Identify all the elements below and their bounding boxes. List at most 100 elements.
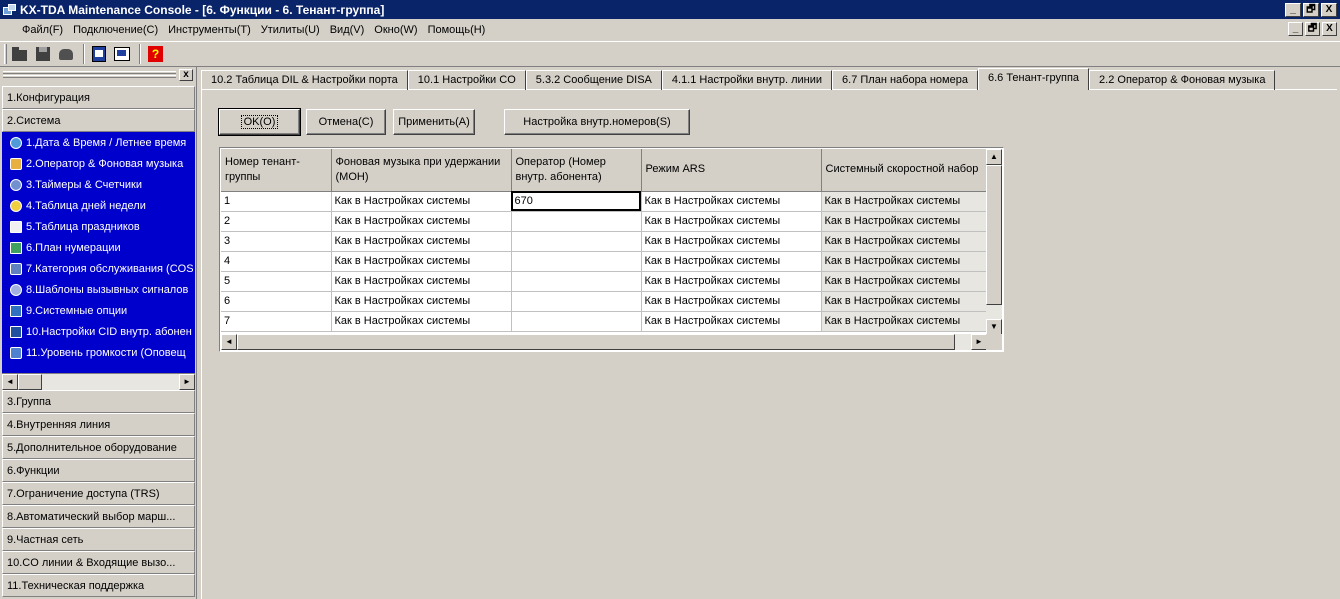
speed-dial-cell[interactable]: Как в Настройках системы [821,271,988,292]
category-ars[interactable]: 8.Автоматический выбор марш... [2,505,195,528]
speed-dial-cell[interactable]: Как в Настройках системы [821,251,988,272]
moh-cell[interactable]: Как в Настройках системы [331,311,512,332]
tenant-number-cell[interactable]: 4 [221,251,332,272]
table-row[interactable]: 7 Как в Настройках системы Как в Настройка… [221,311,988,332]
sidebar-item-weekday-table[interactable]: 4.Таблица дней недели [2,195,195,216]
tab-extension-settings[interactable]: 4.1.1 Настройки внутр. линии [661,70,833,90]
operator-cell[interactable] [511,291,642,312]
ars-mode-cell[interactable]: Как в Настройках системы [641,191,822,212]
panel-close-icon[interactable]: x [179,69,193,81]
horizontal-scroll-thumb[interactable] [237,334,955,350]
tenant-number-cell[interactable]: 5 [221,271,332,292]
title-bar[interactable]: KX-TDA Maintenance Console - [6. Функции… [0,0,1340,19]
ars-mode-cell[interactable]: Как в Настройках системы [641,211,822,232]
mdi-close-button[interactable]: X [1322,22,1337,36]
table-row[interactable]: 5 Как в Настройках системы Как в Настройка… [221,271,988,292]
scroll-right-icon[interactable]: ► [971,334,987,350]
column-header-moh[interactable]: Фоновая музыка при удержании (MOH) [331,149,512,192]
moh-cell[interactable]: Как в Настройках системы [331,251,512,272]
sidebar-item-holiday-table[interactable]: 5.Таблица праздников [2,216,195,237]
sidebar-item-timers[interactable]: 3.Таймеры & Счетчики [2,174,195,195]
mdi-minimize-button[interactable]: _ [1288,22,1303,36]
tab-dil-port[interactable]: 10.2 Таблица DIL & Настройки порта [201,70,408,90]
category-features[interactable]: 6.Функции [2,459,195,482]
speed-dial-cell[interactable]: Как в Настройках системы [821,231,988,252]
moh-cell[interactable]: Как в Настройках системы [331,191,512,212]
speed-dial-cell[interactable]: Как в Настройках системы [821,311,988,332]
maximize-button[interactable]: 🗗 [1303,2,1319,17]
speed-dial-cell[interactable]: Как в Настройках системы [821,291,988,312]
grid-horizontal-scrollbar[interactable]: ◄ ► [221,334,987,350]
vertical-scroll-thumb[interactable] [986,165,1002,305]
scroll-right-icon[interactable]: ► [179,374,195,390]
operator-cell[interactable] [511,311,642,332]
category-co-lines[interactable]: 10.CO линии & Входящие вызо... [2,551,195,574]
moh-cell[interactable]: Как в Настройках системы [331,271,512,292]
apply-button[interactable]: Применить(A) [393,109,475,135]
ok-button[interactable]: OK(O) [218,108,301,136]
category-system[interactable]: 2.Система [2,109,195,132]
menu-window[interactable]: Окно(W) [369,24,422,36]
tenant-number-cell[interactable]: 6 [221,291,332,312]
menu-utilities[interactable]: Утилиты(U) [256,24,325,36]
ars-mode-cell[interactable]: Как в Настройках системы [641,291,822,312]
column-header-ars-mode[interactable]: Режим ARS [641,149,822,192]
tenant-group-grid[interactable]: Номер тенант-группы Фоновая музыка при у… [219,147,1004,352]
ars-mode-cell[interactable]: Как в Настройках системы [641,271,822,292]
moh-cell[interactable]: Как в Настройках системы [331,291,512,312]
tenant-number-cell[interactable]: 7 [221,311,332,332]
sidebar-item-numbering-plan[interactable]: 6.План нумерации [2,237,195,258]
help-icon[interactable]: ? [145,44,165,64]
tab-operator-bgm[interactable]: 2.2 Оператор & Фоновая музыка [1089,70,1276,90]
moh-cell[interactable]: Как в Настройках системы [331,231,512,252]
table-row[interactable]: 3 Как в Настройках системы Как в Настройка… [221,231,988,252]
document-icon[interactable] [89,44,109,64]
extension-settings-button[interactable]: Настройка внутр.номеров(S) [504,109,690,135]
column-header-speed-dial[interactable]: Системный скоростной набор [821,149,988,192]
table-row[interactable]: 2 Как в Настройках системы Как в Настройка… [221,211,988,232]
sidebar-item-operator-bgm[interactable]: 2.Оператор & Фоновая музыка [2,153,195,174]
menu-help[interactable]: Помощь(H) [423,24,491,36]
operator-cell[interactable] [511,231,642,252]
save-icon[interactable] [33,44,53,64]
tab-disa-message[interactable]: 5.3.2 Сообщение DISA [525,70,662,90]
sidebar-item-datetime[interactable]: 1.Дата & Время / Летнее время [2,132,195,153]
scroll-down-icon[interactable]: ▼ [986,319,1002,335]
menu-connect[interactable]: Подключение(C) [68,24,163,36]
mdi-restore-button[interactable]: 🗗 [1305,22,1320,36]
table-row[interactable]: 1 Как в Настройках системы 670 Как в Настро… [221,191,988,212]
operator-cell[interactable] [511,251,642,272]
table-row[interactable]: 4 Как в Настройках системы Как в Настройка… [221,251,988,272]
column-header-tenant-number[interactable]: Номер тенант-группы [221,149,332,192]
print-icon[interactable] [112,44,132,64]
close-button[interactable]: X [1321,2,1337,17]
category-private-network[interactable]: 9.Частная сеть [2,528,195,551]
grid-vertical-scrollbar[interactable]: ▲ ▼ [986,149,1002,335]
sidebar-item-ring-patterns[interactable]: 8.Шаблоны вызывных сигналов [2,279,195,300]
tab-tenant-group[interactable]: 6.6 Тенант-группа [977,68,1090,90]
menu-tools[interactable]: Инструменты(T) [163,24,256,36]
menu-view[interactable]: Вид(V) [325,24,370,36]
category-extension[interactable]: 4.Внутренняя линия [2,413,195,436]
ars-mode-cell[interactable]: Как в Настройках системы [641,311,822,332]
category-configuration[interactable]: 1.Конфигурация [2,86,195,109]
column-header-operator[interactable]: Оператор (Номер внутр. абонента) [511,149,642,192]
table-row[interactable]: 6 Как в Настройках системы Как в Настройка… [221,291,988,312]
tab-dial-plan[interactable]: 6.7 План набора номера [832,70,978,90]
minimize-button[interactable]: _ [1285,2,1301,17]
phone-icon[interactable] [56,44,76,64]
tenant-number-cell[interactable]: 3 [221,231,332,252]
sidebar-item-cid-settings[interactable]: 10.Настройки CID внутр. абонен [2,321,195,342]
ars-mode-cell[interactable]: Как в Настройках системы [641,231,822,252]
menu-file[interactable]: Файл(F) [17,24,68,36]
scroll-left-icon[interactable]: ◄ [2,374,18,390]
sidebar-horizontal-scrollbar[interactable]: ◄ ► [2,373,195,390]
tenant-number-cell[interactable]: 2 [221,211,332,232]
sidebar-item-cos[interactable]: 7.Категория обслуживания (COS [2,258,195,279]
moh-cell[interactable]: Как в Настройках системы [331,211,512,232]
tab-co-settings[interactable]: 10.1 Настройки CO [407,70,526,90]
operator-cell[interactable] [511,271,642,292]
category-maintenance[interactable]: 11.Техническая поддержка [2,574,195,597]
category-optional-device[interactable]: 5.Дополнительное оборудование [2,436,195,459]
category-group[interactable]: 3.Группа [2,390,195,413]
